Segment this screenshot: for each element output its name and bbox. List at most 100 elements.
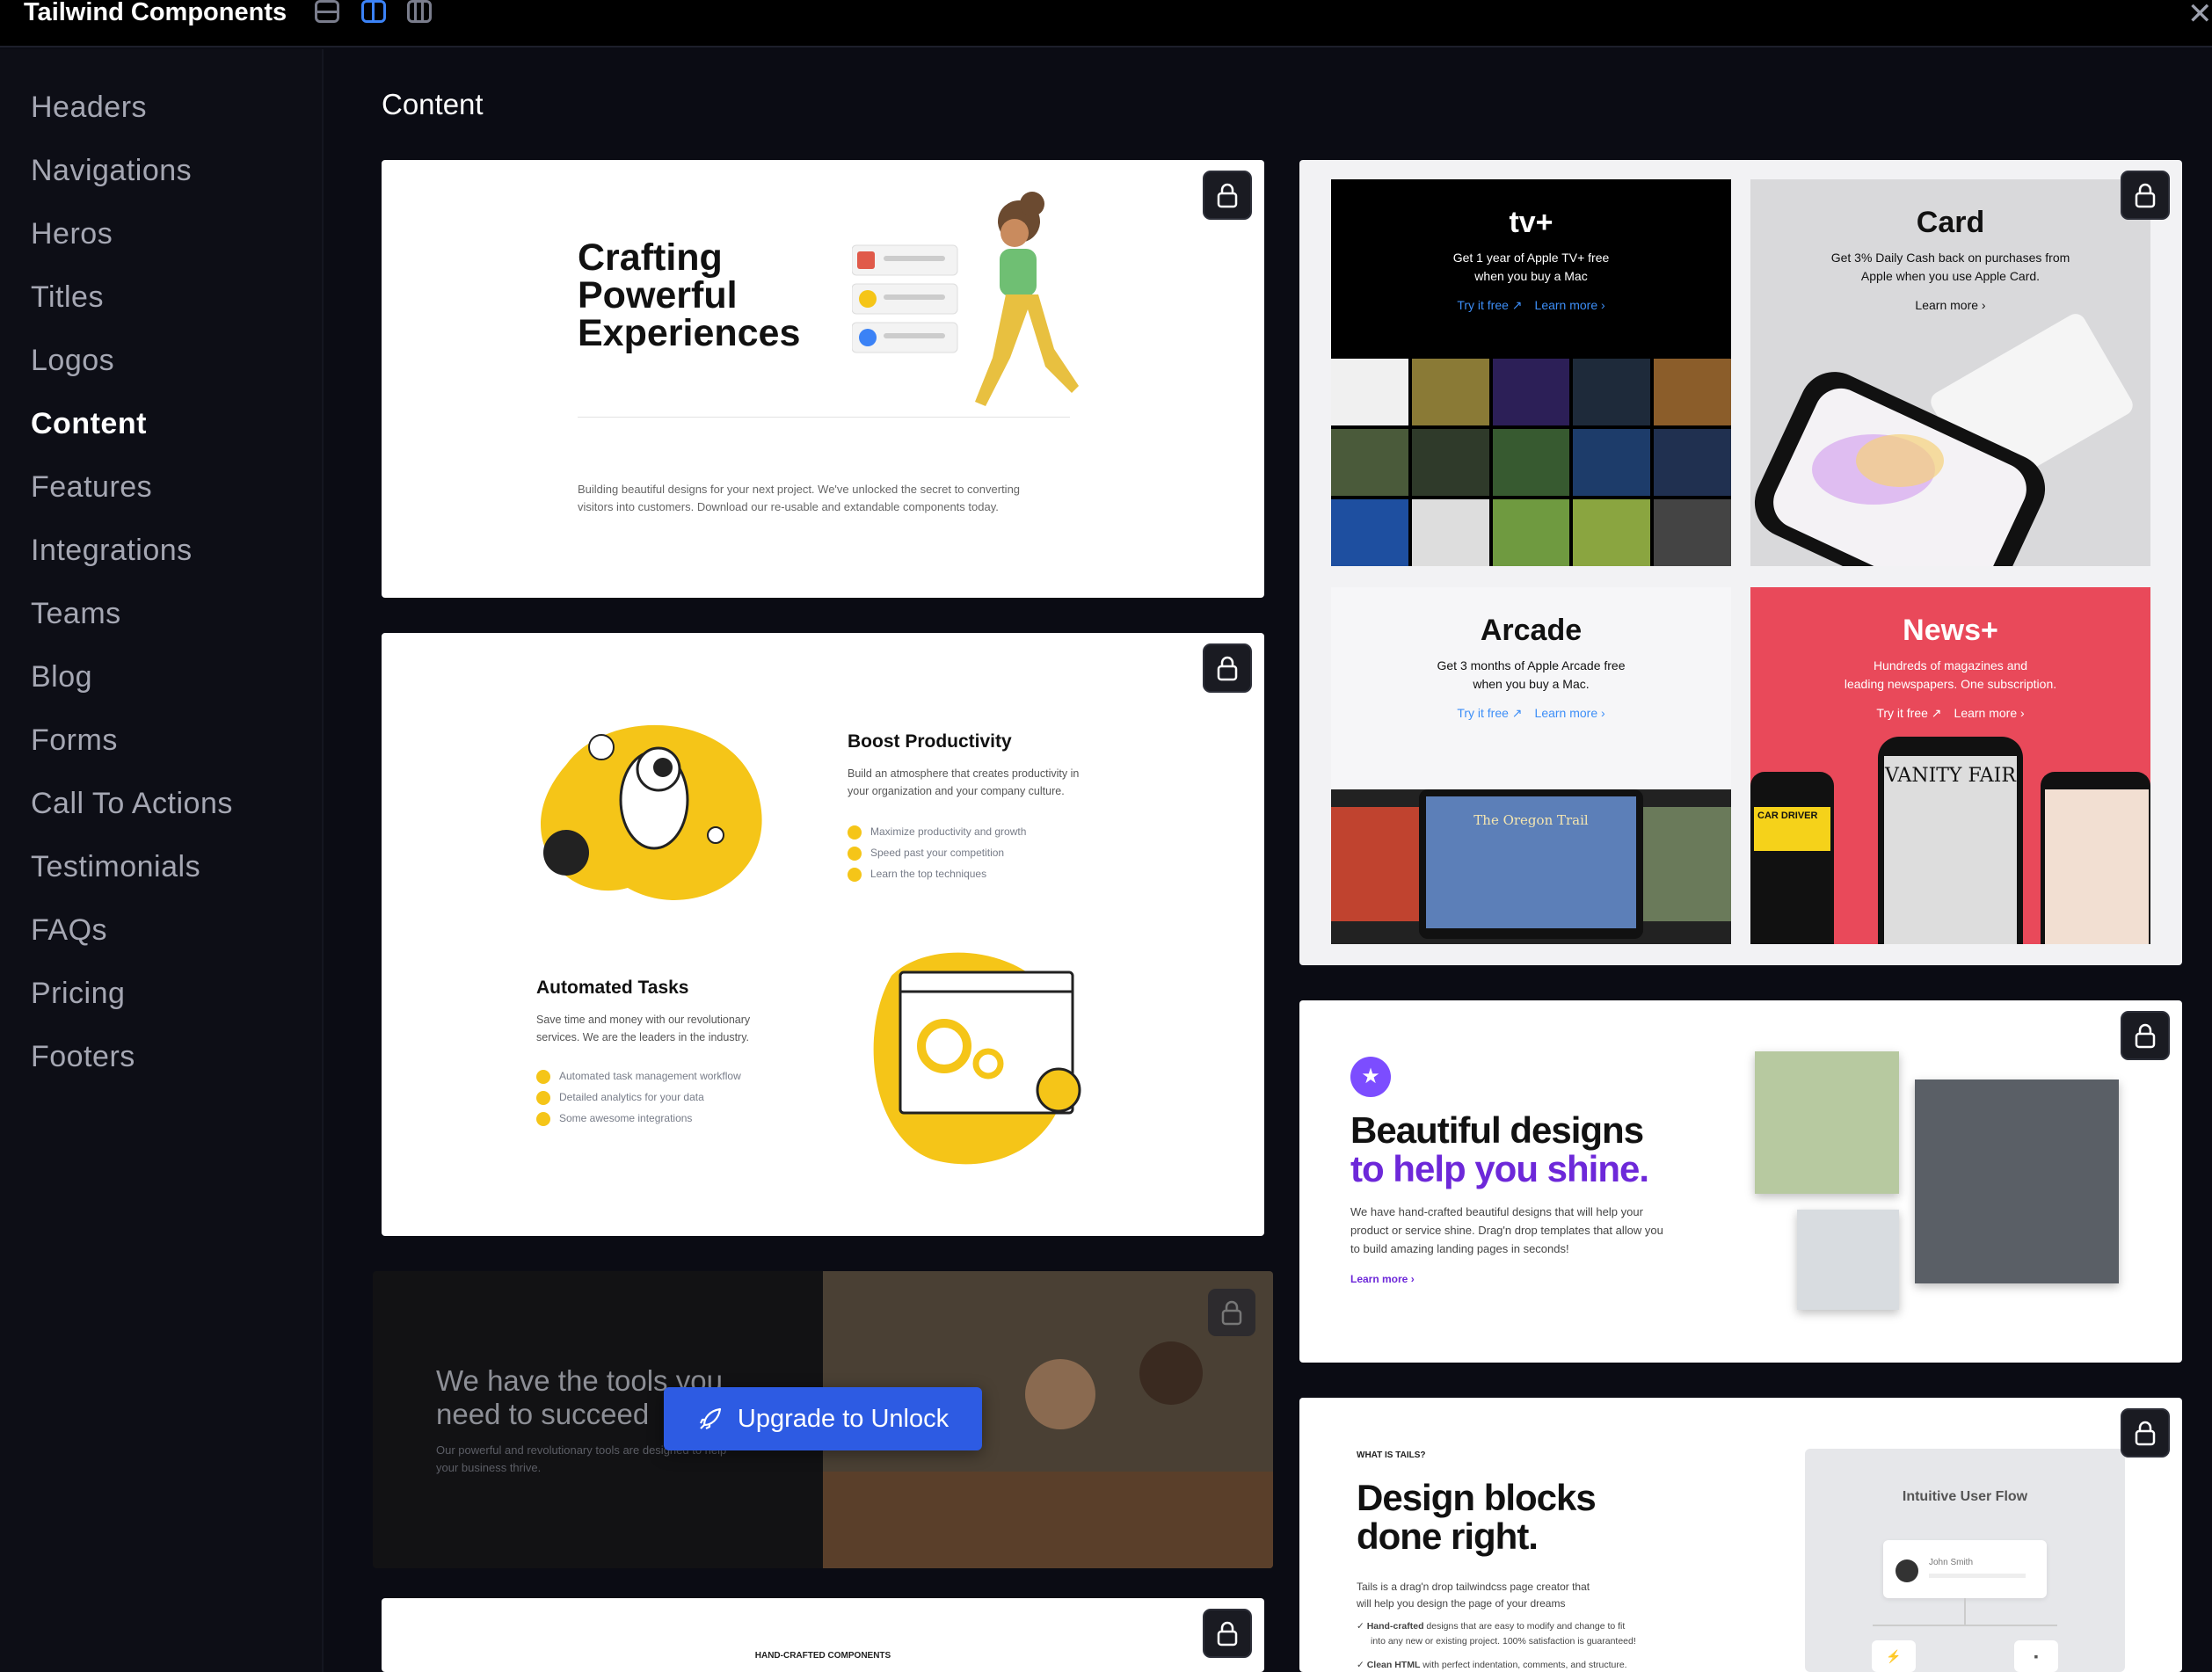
sidebar-item-pricing[interactable]: Pricing	[31, 977, 125, 1011]
list-item: Maximize productivity and growth	[848, 821, 1026, 842]
sidebar-item-content[interactable]: Content	[31, 407, 147, 441]
desc-line: Save time and money with our revolutiona…	[536, 1014, 751, 1026]
sidebar-item-teams[interactable]: Teams	[31, 597, 121, 631]
learn-more-link[interactable]: Learn more ›	[1535, 298, 1605, 312]
magazine-title: VANITY FAIR	[1885, 765, 2016, 787]
layout-three-column-icon[interactable]	[407, 0, 432, 23]
close-icon[interactable]: ✕	[2187, 0, 2212, 32]
logo-label: tv+	[1509, 206, 1553, 239]
feature-checklist: Automated task management workflow Detai…	[536, 1065, 741, 1129]
learn-more-link[interactable]: Learn more ›	[1535, 706, 1605, 720]
list-item: Learn the top techniques	[848, 863, 1026, 884]
sidebar-item-forms[interactable]: Forms	[31, 723, 118, 758]
body-line: your business thrive.	[436, 1461, 542, 1474]
heading-line: Crafting	[578, 236, 723, 279]
card-body: We have hand-crafted beautiful designs t…	[1350, 1203, 1663, 1258]
sidebar-item-faqs[interactable]: FAQs	[31, 913, 107, 948]
layout-two-column-icon[interactable]	[361, 0, 386, 23]
phone-magazine: VANITY FAIR	[1878, 737, 2023, 944]
tile-apple-arcade: Arcade Get 3 months of Apple Arcade free…	[1331, 587, 1731, 944]
try-free-link[interactable]: Try it free ↗	[1876, 706, 1941, 720]
feature-title: Boost Productivity	[848, 731, 1012, 752]
upgrade-to-unlock-button[interactable]: Upgrade to Unlock	[664, 1387, 982, 1450]
body-line: to build amazing landing pages in second…	[1350, 1242, 1569, 1255]
component-card-features-illustrated[interactable]: Boost Productivity Build an atmosphere t…	[382, 633, 1264, 1236]
desc-line: services. We are the leaders in the indu…	[536, 1031, 750, 1043]
sidebar-item-call-to-actions[interactable]: Call To Actions	[31, 787, 233, 821]
sidebar-item-heros[interactable]: Heros	[31, 217, 113, 251]
list-item-label: Automated task management workflow	[559, 1070, 741, 1082]
upgrade-label: Upgrade to Unlock	[737, 1404, 950, 1433]
sidebar-item-blog[interactable]: Blog	[31, 660, 92, 694]
list-item-label: Detailed analytics for your data	[559, 1091, 704, 1103]
lock-icon	[1217, 183, 1238, 208]
check-icon	[848, 867, 862, 882]
lock-icon	[2135, 183, 2156, 208]
feature-desc: Save time and money with our revolutiona…	[536, 1011, 750, 1046]
try-free-link[interactable]: Try it free ↗	[1457, 706, 1522, 720]
tile-apple-card: Card Get 3% Daily Cash back on purchases…	[1750, 179, 2150, 566]
apple-tv-logo: tv+	[1331, 206, 1731, 240]
phone-magazine	[2041, 772, 2150, 944]
body-line: Tails is a drag'n drop tailwindcss page …	[1357, 1581, 1590, 1593]
list-item: Automated task management workflow	[536, 1065, 741, 1087]
title-bar: Tailwind Components ✕	[0, 0, 2212, 47]
sidebar-item-navigations[interactable]: Navigations	[31, 154, 192, 188]
lock-button[interactable]	[2121, 171, 2170, 220]
lock-icon	[1221, 1300, 1242, 1326]
desc-line: when you buy a Mac.	[1473, 677, 1590, 691]
character-illustration	[852, 192, 1079, 406]
lightning-icon: ⚡	[1872, 1640, 1916, 1672]
sidebar-item-integrations[interactable]: Integrations	[31, 534, 193, 568]
learn-more-link[interactable]: Learn more ›	[1915, 298, 1985, 312]
eyebrow-label: HAND-CRAFTED COMPONENTS	[754, 1651, 891, 1661]
lock-icon	[2135, 1421, 2156, 1446]
magazine-title: CAR DRIVER	[1754, 807, 1830, 851]
logo-label: Card	[1916, 206, 1985, 239]
arcade-games-strip: The Oregon Trail	[1331, 789, 1731, 944]
heading-line: to help you shine.	[1350, 1148, 1649, 1189]
component-card-design-blocks[interactable]: WHAT IS TAILS? Design blocks done right.…	[1299, 1398, 2182, 1672]
lock-button[interactable]	[1203, 643, 1252, 693]
section-title: Content	[382, 88, 484, 120]
lock-button[interactable]	[1208, 1289, 1255, 1336]
astronaut-illustration	[541, 724, 762, 900]
lock-button[interactable]	[1203, 171, 1252, 220]
lock-icon	[2135, 1023, 2156, 1049]
list-item-label: Speed past your competition	[870, 847, 1005, 859]
tv-show-thumbnails	[1331, 359, 1731, 566]
app-title: Tailwind Components	[24, 0, 287, 26]
card-heading: Beautiful designs to help you shine.	[1350, 1111, 1649, 1189]
sidebar-item-footers[interactable]: Footers	[31, 1040, 135, 1074]
list-item-label: into any new or existing project. 100% s…	[1371, 1636, 1636, 1647]
sidebar-item-logos[interactable]: Logos	[31, 344, 114, 378]
desc-line: Get 3% Daily Cash back on purchases from	[1830, 251, 2070, 265]
feature-title: Automated Tasks	[536, 978, 689, 998]
layout-rows-icon[interactable]	[315, 0, 339, 23]
logo-label: Arcade	[1480, 614, 1583, 647]
flow-user-card: John Smith	[1883, 1540, 2047, 1598]
sidebar-item-features[interactable]: Features	[31, 470, 152, 505]
try-free-link[interactable]: Try it free ↗	[1457, 298, 1522, 312]
sidebar-item-titles[interactable]: Titles	[31, 280, 104, 315]
lock-button[interactable]	[1203, 1609, 1252, 1658]
learn-more-link[interactable]: Learn more ›	[1350, 1273, 1415, 1285]
list-item-label: designs that are easy to modify and chan…	[1423, 1621, 1626, 1632]
component-card-beautiful-designs[interactable]: ★ Beautiful designs to help you shine. W…	[1299, 1000, 2182, 1363]
heading-line: Design blocks	[1357, 1477, 1597, 1518]
heading-line: Powerful	[578, 274, 738, 316]
component-card-handcrafted[interactable]: HAND-CRAFTED COMPONENTS	[382, 1598, 1264, 1672]
sidebar-item-testimonials[interactable]: Testimonials	[31, 850, 200, 884]
sidebar-item-headers[interactable]: Headers	[31, 91, 147, 125]
lock-button[interactable]	[2121, 1408, 2170, 1458]
component-card-apple-services[interactable]: tv+ Get 1 year of Apple TV+ free when you…	[1299, 160, 2182, 965]
list-item-label: Some awesome integrations	[559, 1112, 693, 1124]
chat-icon: ▪	[2014, 1640, 2058, 1672]
learn-more-link[interactable]: Learn more ›	[1954, 706, 2025, 720]
desc-line: when you buy a Mac	[1474, 269, 1588, 283]
tile-apple-tv: tv+ Get 1 year of Apple TV+ free when you…	[1331, 179, 1731, 566]
lock-button[interactable]	[2121, 1011, 2170, 1060]
component-card-crafting[interactable]: Crafting Powerful Experiences Building b…	[382, 160, 1264, 598]
avatar	[1895, 1559, 1918, 1582]
workspace-photo	[1755, 1051, 1899, 1194]
